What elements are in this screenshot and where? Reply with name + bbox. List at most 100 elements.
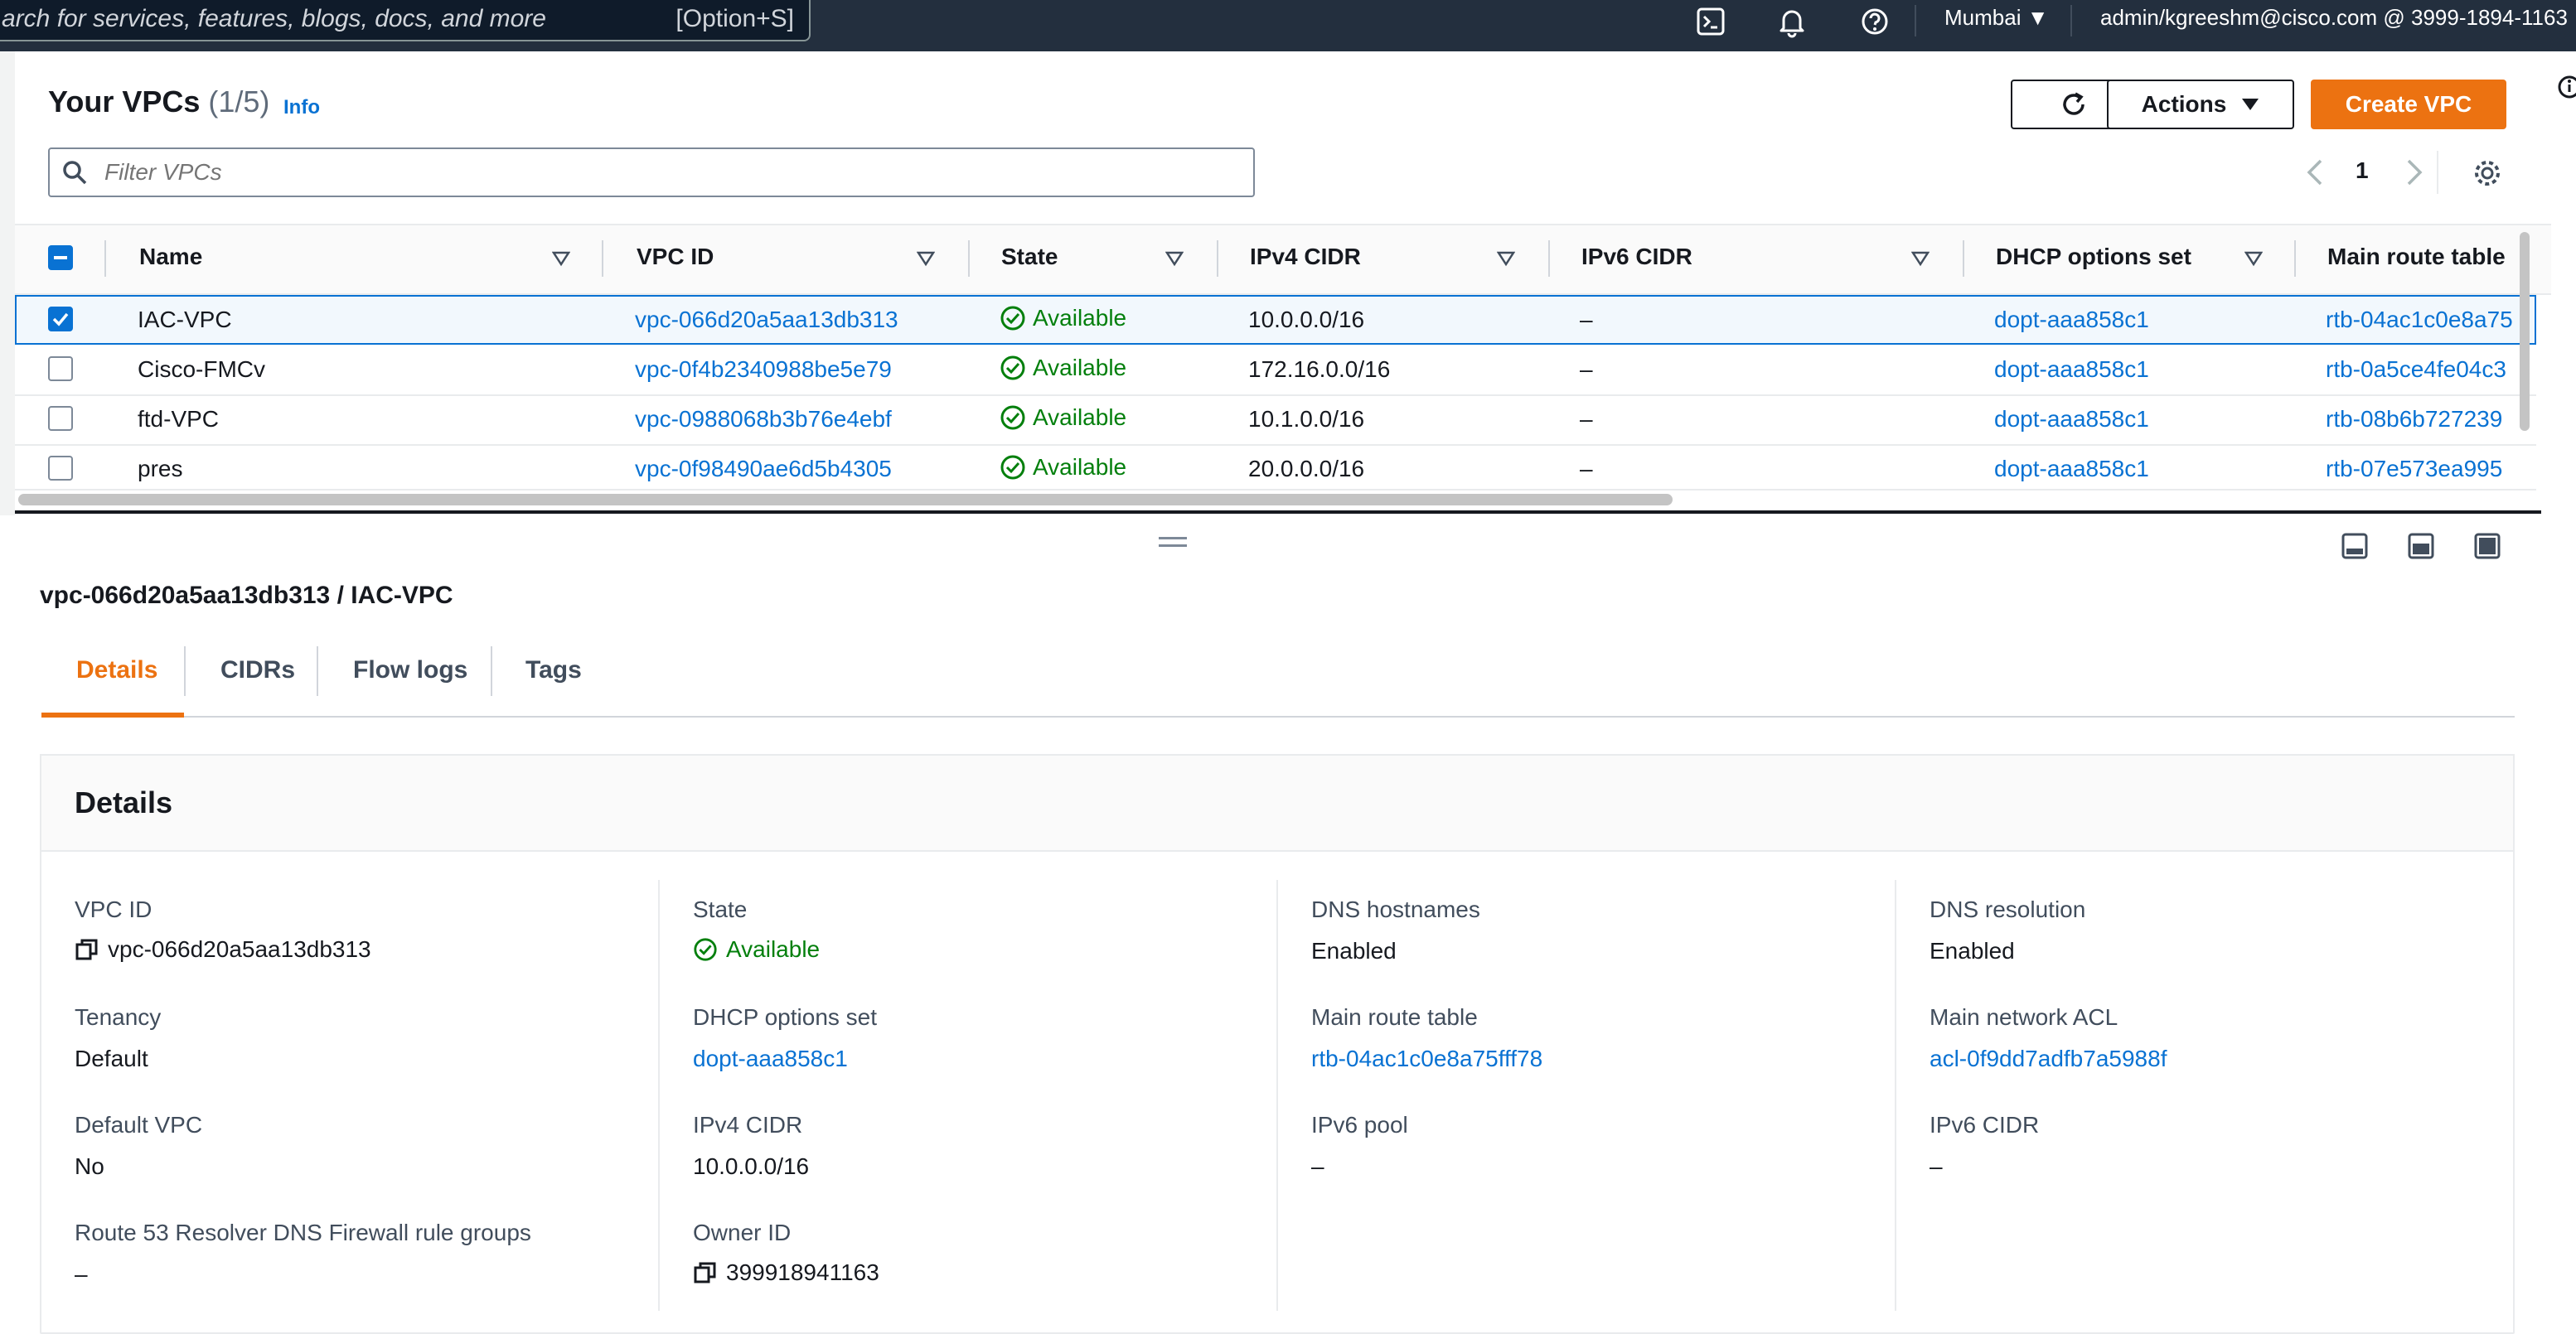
status-check-icon [1000,306,1025,331]
help-icon[interactable] [1857,3,1893,40]
status-badge: Available [1000,404,1126,431]
sort-icon[interactable] [552,250,570,267]
current-page[interactable]: 1 [2356,157,2369,184]
column-header-ipv4-cidr[interactable]: IPv4 CIDR [1250,244,1361,270]
route-table-link[interactable]: rtb-0a5ce4fe04c3 [2326,356,2513,383]
left-edge-strip [0,51,15,515]
state-value: Available [693,936,820,963]
dhcp-options-link[interactable]: dopt-aaa858c1 [1994,356,2149,383]
status-text: Available [1033,454,1127,480]
sort-icon[interactable] [1165,250,1184,267]
vertical-scrollbar[interactable] [2520,232,2530,431]
horizontal-scrollbar[interactable] [18,494,1673,505]
previous-page-icon[interactable] [2301,156,2331,189]
column-header-name[interactable]: Name [139,244,202,270]
sort-icon[interactable] [1911,250,1930,267]
next-page-icon[interactable] [2399,156,2428,189]
panel-middle-icon[interactable] [2407,532,2435,560]
region-selector[interactable]: Mumbai ▼ [1944,5,2048,31]
sort-icon[interactable] [1497,250,1515,267]
network-acl-label: Main network ACL [1930,1004,2118,1030]
vpc-id-label: VPC ID [75,897,153,922]
vpc-name: IAC-VPC [138,307,232,332]
create-vpc-button[interactable]: Create VPC [2311,80,2506,129]
search-shortcut-hint: [Option+S] [675,5,794,32]
vpc-id-link[interactable]: vpc-0f98490ae6d5b4305 [635,456,892,482]
tenancy-value: Default [75,1046,148,1071]
vpc-id-value: vpc-066d20a5aa13db313 [75,936,371,963]
column-header-state[interactable]: State [1001,244,1058,270]
info-panel-icon[interactable] [2554,73,2576,101]
copy-icon[interactable] [693,1260,718,1285]
top-navigation-bar: arch for services, features, blogs, docs… [0,0,2576,51]
detail-panel-title: vpc-066d20a5aa13db313 / IAC-VPC [40,582,453,609]
page-title: Your VPCs (1/5) [48,85,269,119]
cloudshell-icon[interactable] [1692,3,1729,40]
actions-label: Actions [2141,91,2227,117]
select-all-checkbox[interactable] [48,245,73,270]
sort-icon[interactable] [917,250,935,267]
route-table-link[interactable]: rtb-04ac1c0e8a75 [2326,307,2513,333]
route-table-link[interactable]: rtb-08b6b727239 [2326,406,2513,433]
ipv6-pool-label: IPv6 pool [1311,1112,1408,1138]
dhcp-link[interactable]: dopt-aaa858c1 [693,1046,848,1072]
row-checkbox[interactable] [48,356,73,381]
dns-hostnames-value: Enabled [1311,938,1397,964]
row-checkbox[interactable] [48,406,73,431]
details-container-header [40,754,2515,852]
main-route-table-link[interactable]: rtb-04ac1c0e8a75fff78 [1311,1046,1542,1072]
status-text: Available [1033,305,1127,331]
column-divider [104,240,106,277]
info-link[interactable]: Info [283,96,320,119]
column-header-ipv6-cidr[interactable]: IPv6 CIDR [1581,244,1692,270]
ipv4-cidr: 172.16.0.0/16 [1248,356,1391,382]
tabs-baseline [41,716,2515,718]
row-checkbox[interactable] [48,307,73,331]
account-menu[interactable]: admin/kgreeshm@cisco.com @ 3999-1894-116… [2100,5,2576,31]
nav-divider [1915,5,1916,36]
column-header-main-route-table[interactable]: Main route table [2327,244,2511,270]
vpc-id-link[interactable]: vpc-066d20a5aa13db313 [635,307,898,333]
owner-id-text: 399918941163 [726,1259,879,1285]
ipv6-cidr-label: IPv6 CIDR [1930,1112,2040,1138]
network-acl-link[interactable]: acl-0f9dd7adfb7a5988f [1930,1046,2167,1072]
panel-bottom-icon[interactable] [2341,532,2369,560]
caret-down-icon [2242,99,2259,110]
panel-full-icon[interactable] [2473,532,2501,560]
vpc-id-text: vpc-066d20a5aa13db313 [108,936,371,962]
column-divider [1895,880,1896,1311]
refresh-icon [2063,92,2085,115]
column-header-vpc-id[interactable]: VPC ID [637,244,714,270]
gear-icon[interactable] [2472,157,2503,189]
status-badge: Available [1000,454,1126,481]
column-divider [1963,240,1964,277]
status-check-icon [1000,355,1025,380]
row-checkbox[interactable] [48,456,73,481]
vpc-id-link[interactable]: vpc-0f4b2340988be5e79 [635,356,892,383]
actions-button[interactable]: Actions [2107,80,2294,129]
dhcp-options-link[interactable]: dopt-aaa858c1 [1994,456,2149,482]
tab-tags[interactable]: Tags [525,656,582,684]
status-text: Available [1033,404,1127,430]
filter-vpcs-input[interactable] [48,147,1255,197]
tab-flow-logs[interactable]: Flow logs [353,656,467,684]
dhcp-options-link[interactable]: dopt-aaa858c1 [1994,406,2149,433]
dhcp-options-link[interactable]: dopt-aaa858c1 [1994,307,2149,333]
column-divider [602,240,603,277]
ipv4-cidr: 10.0.0.0/16 [1248,307,1365,332]
account-label: admin/kgreeshm@cisco.com @ 3999-1894-116… [2100,5,2568,30]
state-text: Available [726,936,821,962]
split-panel-resize-handle[interactable] [1159,537,1187,547]
route-table-link[interactable]: rtb-07e573ea995 [2326,456,2513,482]
tab-cidrs[interactable]: CIDRs [220,656,295,684]
status-badge: Available [1000,355,1126,381]
tab-details[interactable]: Details [76,656,157,684]
vpc-id-link[interactable]: vpc-0988068b3b76e4ebf [635,406,892,433]
sort-icon[interactable] [2244,250,2263,267]
column-divider [968,240,970,277]
copy-icon[interactable] [75,937,99,962]
column-header-dhcp-options[interactable]: DHCP options set [1996,244,2191,270]
notifications-bell-icon[interactable] [1774,3,1810,40]
ipv4-cidr: 20.0.0.0/16 [1248,456,1365,481]
global-search-input[interactable]: arch for services, features, blogs, docs… [0,0,811,41]
